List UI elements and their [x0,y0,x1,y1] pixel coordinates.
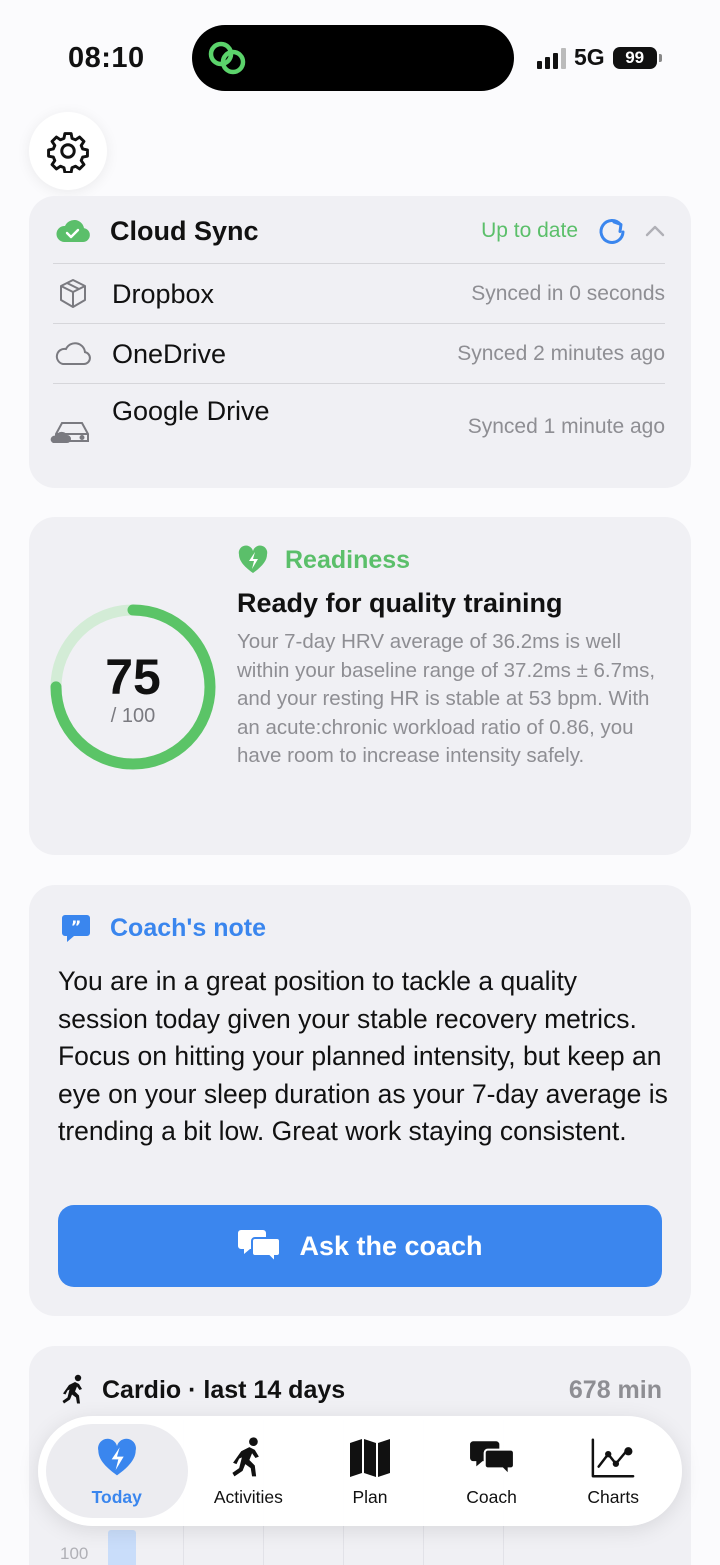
tab-activities[interactable]: Activities [188,1424,310,1518]
provider-name: OneDrive [112,338,227,369]
status-indicators: 5G 99 [537,44,662,71]
coach-note-text: You are in a great position to tackle a … [58,966,668,1147]
readiness-label-row: Readiness [237,545,410,575]
provider-status: Synced in 0 seconds [471,282,665,305]
chevron-up-icon[interactable] [644,220,666,242]
sync-divider [53,383,665,384]
network-type: 5G [574,44,605,70]
runner-icon [225,1435,271,1481]
coach-note-label: Coach's note [110,913,266,942]
heart-bolt-icon [94,1435,140,1481]
cloud-sync-title: Cloud Sync [110,215,259,246]
tab-bar: Today Activities Plan Coach Charts [38,1416,682,1526]
settings-button[interactable] [29,112,107,190]
cloud-sync-header[interactable]: Cloud Sync Up to date [53,211,666,251]
provider-name: Dropbox [112,278,215,309]
cloud-check-icon [53,211,93,251]
tab-label: Charts [587,1486,639,1507]
readiness-score-max: / 100 [110,705,156,727]
provider-row-dropbox[interactable]: Dropbox Synced in 0 seconds [53,274,665,314]
readiness-score: 75 [105,649,161,705]
provider-name: Google Drive [112,396,270,426]
cardio-total: 678 min [568,1375,662,1404]
dynamic-island [192,25,514,91]
readiness-title: Ready for quality training [237,588,563,618]
ask-coach-label: Ask the coach [299,1230,483,1261]
chat-bubbles-icon [469,1435,515,1481]
tab-today[interactable]: Today [46,1424,188,1518]
map-icon [347,1435,393,1481]
box-icon [53,274,93,314]
svg-text:”: ” [71,917,82,936]
readiness-label: Readiness [285,545,411,574]
cardio-header: Cardio · last 14 days 678 min [60,1374,662,1406]
link-rings-icon [208,41,246,75]
chart-bar [108,1530,136,1565]
heart-bolt-icon [238,545,268,573]
battery-icon: 99 [612,46,662,69]
signal-icon [537,47,566,69]
provider-row-google-drive[interactable]: Google Drive Synced 1 minute ago [49,396,665,450]
tab-label: Activities [213,1486,283,1507]
line-chart-icon [590,1435,636,1481]
status-bar: 08:10 5G 99 [0,0,720,110]
drive-icon [49,410,93,450]
ask-coach-button[interactable]: Ask the coach [58,1205,662,1287]
status-time: 08:10 [68,42,145,74]
chart-tick-label: 100 [60,1544,89,1563]
sync-divider [53,323,665,324]
readiness-description: Your 7-day HRV average of 36.2ms is well… [237,630,656,768]
cardio-title: Cardio · last 14 days [102,1375,346,1404]
tab-charts[interactable]: Charts [552,1424,674,1518]
provider-status: Synced 2 minutes ago [457,342,665,365]
cloud-outline-icon [53,334,93,374]
tab-coach[interactable]: Coach [431,1424,553,1518]
runner-icon [62,1374,82,1404]
chat-bubbles-icon [238,1230,282,1264]
sync-divider [53,263,665,264]
provider-status: Synced 1 minute ago [467,415,665,438]
refresh-icon[interactable] [596,215,628,247]
sync-status: Up to date [481,219,578,242]
gear-icon [47,132,89,173]
tab-label: Plan [352,1486,388,1507]
quote-bubble-icon: ” [62,915,90,942]
coach-note-label-row: ” Coach's note [60,913,266,943]
provider-row-onedrive[interactable]: OneDrive Synced 2 minutes ago [53,334,665,374]
tab-label: Today [91,1486,142,1507]
tab-plan[interactable]: Plan [309,1424,431,1518]
tab-label: Coach [466,1486,517,1507]
